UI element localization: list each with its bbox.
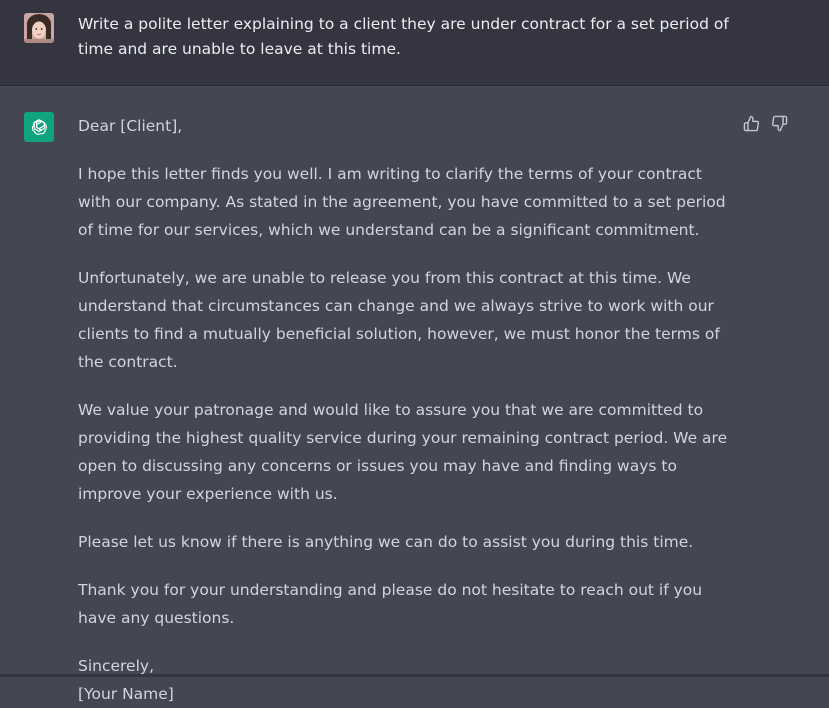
response-paragraph: I hope this letter finds you well. I am … <box>78 165 726 239</box>
thumbs-up-button[interactable] <box>741 113 761 133</box>
assistant-response: Dear [Client], I hope this letter finds … <box>78 112 738 708</box>
response-paragraph: Thank you for your understanding and ple… <box>78 581 703 627</box>
signature: [Your Name] <box>78 685 174 703</box>
thumbs-down-icon <box>771 115 787 131</box>
thumbs-up-icon <box>743 115 759 131</box>
thumbs-down-button[interactable] <box>769 113 789 133</box>
user-avatar <box>24 13 54 43</box>
openai-logo-icon <box>24 112 54 142</box>
assistant-message-row: Dear [Client], I hope this letter finds … <box>0 86 829 703</box>
response-paragraph: We value your patronage and would like t… <box>78 401 728 503</box>
user-prompt-text: Write a polite letter explaining to a cl… <box>78 15 729 58</box>
user-message-row: Write a polite letter explaining to a cl… <box>0 0 829 86</box>
greeting-paragraph: Dear [Client], <box>78 117 183 135</box>
response-paragraph: Unfortunately, we are unable to release … <box>78 269 720 371</box>
response-paragraph: Please let us know if there is anything … <box>78 533 694 551</box>
